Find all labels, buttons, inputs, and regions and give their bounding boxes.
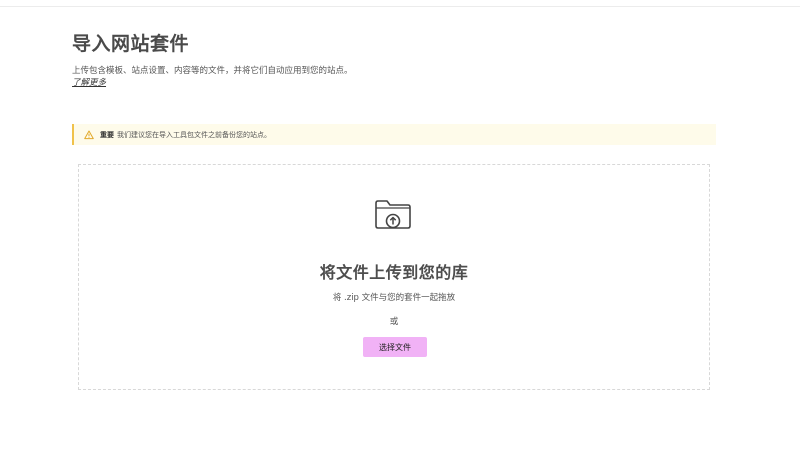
page-title: 导入网站套件 — [72, 33, 190, 55]
upload-dropzone[interactable]: 将文件上传到您的库 将 .zip 文件与您的套件一起拖放 或 选择文件 — [78, 164, 710, 390]
choose-file-button[interactable]: 选择文件 — [363, 337, 427, 357]
top-divider — [0, 6, 800, 7]
notice-text: 我们建议您在导入工具包文件之前备份您的站点。 — [117, 130, 271, 139]
folder-upload-icon — [374, 196, 412, 232]
warning-triangle-icon — [84, 130, 94, 140]
important-notice: 重要 我们建议您在导入工具包文件之前备份您的站点。 — [72, 124, 716, 145]
dropzone-or-text: 或 — [389, 317, 399, 327]
learn-more-link[interactable]: 了解更多 — [72, 76, 106, 88]
notice-label: 重要 — [100, 130, 114, 139]
page-description: 上传包含模板、站点设置、内容等的文件，并将它们自动应用到您的站点。 — [72, 66, 353, 76]
dropzone-subtitle: 将 .zip 文件与您的套件一起拖放 — [332, 293, 456, 303]
dropzone-title: 将文件上传到您的库 — [319, 263, 469, 282]
